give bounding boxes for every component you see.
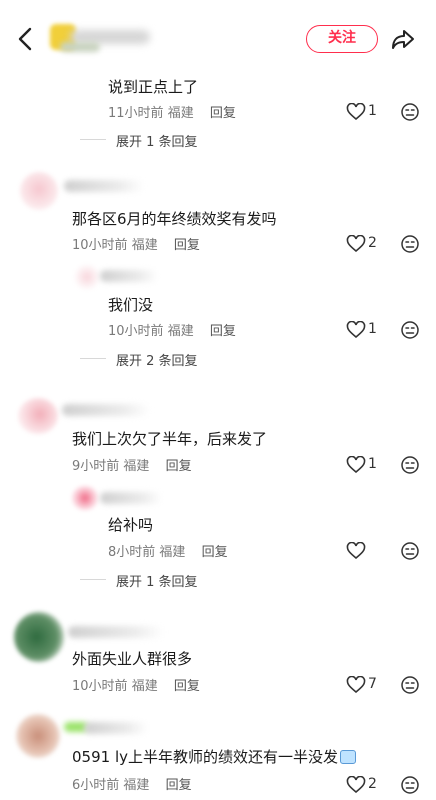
emoji-sticker-icon <box>340 750 356 764</box>
expand-replies-button[interactable]: 展开 2 条回复 <box>116 350 198 369</box>
reply-button[interactable]: 回复 <box>174 679 200 694</box>
comment-meta: 8小时前 福建 回复 <box>108 541 228 560</box>
comment-text: 我们上次欠了半年，后来发了 <box>72 430 268 448</box>
comment-meta: 11小时前 福建 回复 <box>108 102 236 121</box>
reply-button[interactable]: 回复 <box>210 106 236 121</box>
heart-icon <box>346 776 366 794</box>
comment-meta: 10小时前 福建 回复 <box>72 675 200 694</box>
comment-time: 11小时前 <box>108 106 164 121</box>
comment-location: 福建 <box>131 679 158 694</box>
expand-replies-button[interactable]: 展开 1 条回复 <box>116 571 198 590</box>
username-blurred <box>100 492 162 504</box>
user-avatar[interactable] <box>18 398 58 434</box>
comment-time: 10小时前 <box>72 679 128 694</box>
user-avatar[interactable] <box>72 486 98 510</box>
comment-location: 福建 <box>159 545 186 560</box>
dislike-face-icon[interactable] <box>400 775 420 795</box>
comment-meta: 9小时前 福建 回复 <box>72 455 192 474</box>
comment-meta: 10小时前 福建 回复 <box>108 320 236 339</box>
like-button[interactable]: 1 <box>346 454 386 476</box>
back-arrow-icon[interactable] <box>14 26 38 52</box>
like-button[interactable]: 1 <box>346 319 386 341</box>
username-blurred <box>84 722 148 734</box>
dislike-face-icon[interactable] <box>400 541 420 561</box>
comment-time: 9小时前 <box>72 459 120 474</box>
reply-button[interactable]: 回复 <box>166 778 192 793</box>
heart-icon <box>346 321 366 339</box>
heart-icon <box>346 456 366 474</box>
like-count: 1 <box>368 456 377 472</box>
username-blurred <box>100 270 158 282</box>
comment-meta: 10小时前 福建 回复 <box>72 234 200 253</box>
comment-text-content: 0591 ly上半年教师的绩效还有一半没发 <box>72 748 338 766</box>
follow-button[interactable]: 关注 <box>306 25 378 53</box>
dislike-face-icon[interactable] <box>400 455 420 475</box>
user-avatar[interactable] <box>74 264 100 290</box>
comment-time: 10小时前 <box>72 238 128 253</box>
heart-icon <box>346 235 366 253</box>
like-count: 2 <box>368 776 377 792</box>
comment-text: 那各区6月的年终绩效奖有发吗 <box>72 210 277 228</box>
share-icon[interactable] <box>390 26 416 52</box>
dislike-face-icon[interactable] <box>400 320 420 340</box>
reply-button[interactable]: 回复 <box>202 545 228 560</box>
user-avatar[interactable] <box>20 172 58 210</box>
heart-icon <box>346 103 366 121</box>
like-button[interactable] <box>346 540 386 562</box>
username-blurred <box>64 180 144 192</box>
dislike-face-icon[interactable] <box>400 234 420 254</box>
comment-time: 6小时前 <box>72 778 120 793</box>
comment-text: 0591 ly上半年教师的绩效还有一半没发 <box>72 746 356 767</box>
comment-text: 说到正点上了 <box>108 78 199 96</box>
username-blurred <box>68 626 164 638</box>
like-count: 1 <box>368 321 377 337</box>
like-button[interactable]: 2 <box>346 233 386 255</box>
like-count: 2 <box>368 235 377 251</box>
comment-text: 给补吗 <box>108 516 154 534</box>
dislike-face-icon[interactable] <box>400 102 420 122</box>
heart-icon <box>346 542 366 560</box>
comment-location: 福建 <box>131 238 158 253</box>
comment-text: 外面失业人群很多 <box>72 650 193 668</box>
expand-replies-button[interactable]: 展开 1 条回复 <box>116 131 198 150</box>
reply-button[interactable]: 回复 <box>174 238 200 253</box>
author-avatar-blurred[interactable] <box>46 16 154 60</box>
user-avatar[interactable] <box>16 714 60 758</box>
expand-divider <box>80 358 106 359</box>
expand-divider <box>80 579 106 580</box>
like-button[interactable]: 1 <box>346 101 386 123</box>
comment-time: 10小时前 <box>108 324 164 339</box>
comment-location: 福建 <box>167 106 194 121</box>
reply-button[interactable]: 回复 <box>210 324 236 339</box>
like-count: 7 <box>368 676 377 692</box>
comment-text: 我们没 <box>108 296 154 314</box>
comment-time: 8小时前 <box>108 545 156 560</box>
like-button[interactable]: 7 <box>346 674 386 696</box>
heart-icon <box>346 676 366 694</box>
comment-meta: 6小时前 福建 回复 <box>72 774 192 793</box>
username-blurred <box>62 404 150 416</box>
comment-location: 福建 <box>167 324 194 339</box>
comment-location: 福建 <box>123 778 150 793</box>
like-button[interactable]: 2 <box>346 774 386 796</box>
dislike-face-icon[interactable] <box>400 675 420 695</box>
reply-button[interactable]: 回复 <box>166 459 192 474</box>
expand-divider <box>80 139 106 140</box>
user-avatar[interactable] <box>14 612 64 662</box>
comment-location: 福建 <box>123 459 150 474</box>
top-bar: 关注 <box>0 0 436 72</box>
like-count: 1 <box>368 103 377 119</box>
